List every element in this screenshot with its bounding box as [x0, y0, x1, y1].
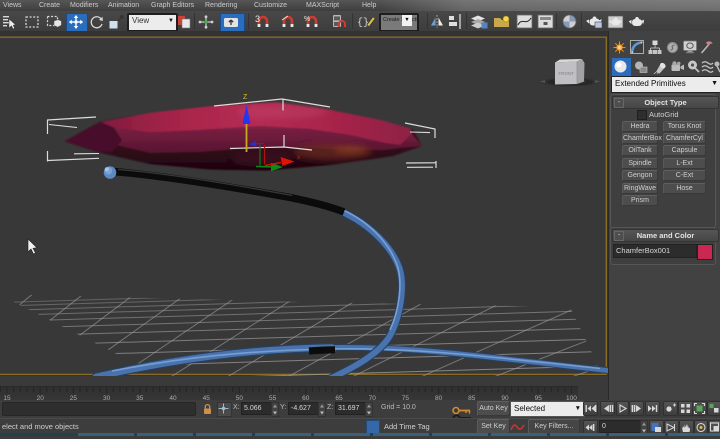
svg-text:FRONT: FRONT	[559, 71, 575, 76]
svg-text:%: %	[304, 16, 310, 23]
svg-text:{}: {}	[357, 17, 369, 29]
svg-text:3: 3	[255, 14, 260, 24]
svg-text:Z: Z	[243, 94, 248, 101]
